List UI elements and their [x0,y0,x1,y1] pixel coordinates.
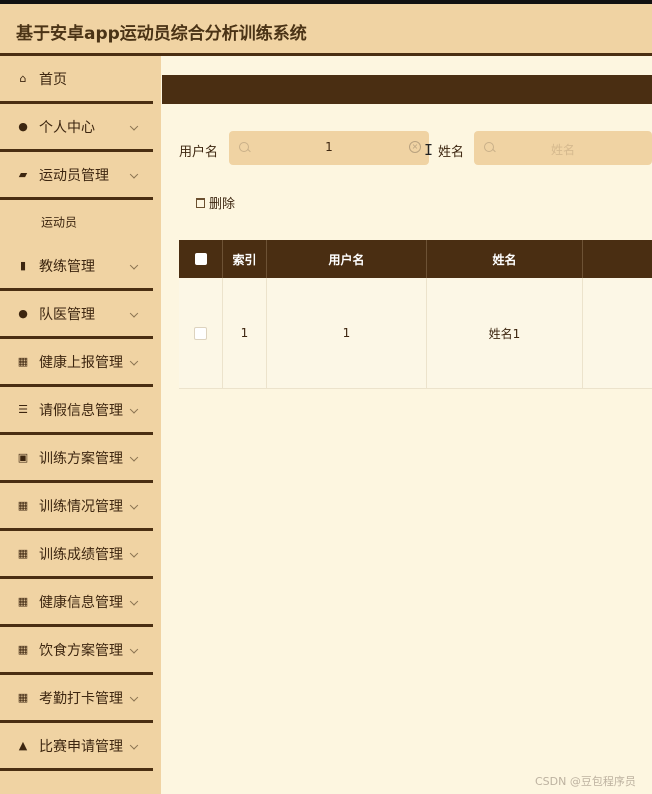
sidebar-item-training-score-management[interactable]: ▦ 训练成绩管理 [0,531,153,579]
name-label: 姓名 [438,145,465,160]
sidebar-subitem-label: 运动员 [41,215,78,229]
chevron-down-icon [129,500,139,510]
clipboard-icon: ▣ [17,451,29,464]
column-header-index[interactable]: 索引 [223,240,267,278]
sidebar-item-team-doctor-management[interactable]: ● 队医管理 [0,291,153,339]
table-row[interactable]: 1 1 姓名1 [179,278,652,389]
home-icon: ⌂ [19,72,27,85]
sidebar-item-label: 运动员管理 [39,167,109,184]
user-icon: ▲ [18,739,28,752]
chevron-down-icon [129,404,139,414]
user-icon: ● [18,120,28,133]
sidebar: ⌂ 首页 ● 个人中心 ▰ 运动员管理 运动员 ▮ 教练管理 ● 队医管理 ▦ … [0,56,161,794]
sidebar-item-label: 健康上报管理 [39,354,123,371]
sidebar-item-health-info-management[interactable]: ▦ 健康信息管理 [0,579,153,627]
sidebar-item-leave-management[interactable]: ☰ 请假信息管理 [0,387,153,435]
sidebar-item-athlete-management[interactable]: ▰ 运动员管理 [0,152,153,200]
grid-icon: ▦ [17,547,29,560]
chevron-down-icon [129,452,139,462]
chevron-down-icon [129,121,139,131]
chevron-down-icon [129,644,139,654]
sidebar-item-training-status-management[interactable]: ▦ 训练情况管理 [0,483,153,531]
cell-name: 姓名1 [427,278,583,388]
column-header-name[interactable]: 姓名 [427,240,583,278]
user-icon: ● [18,307,28,320]
cell-index: 1 [223,278,267,388]
sidebar-item-label: 请假信息管理 [39,402,123,419]
sidebar-item-attendance-management[interactable]: ▦ 考勤打卡管理 [0,675,153,723]
trash-icon [196,197,205,208]
chevron-down-icon [129,356,139,366]
sidebar-item-label: 训练情况管理 [39,498,123,515]
app-title: 基于安卓app运动员综合分析训练系统 [16,24,307,44]
sidebar-subitem-athlete[interactable]: 运动员 [0,200,153,243]
select-all-checkbox[interactable] [194,253,207,265]
row-select-cell[interactable] [179,278,223,388]
sidebar-item-label: 教练管理 [39,258,95,275]
grid-icon: ▦ [17,595,29,608]
chevron-down-icon [129,308,139,318]
text-cursor-icon: I [424,141,434,159]
sidebar-item-home[interactable]: ⌂ 首页 [0,56,153,104]
list-icon: ☰ [18,403,28,416]
name-search-input[interactable]: 姓名 [474,131,652,165]
cell-next [583,278,652,388]
sidebar-item-label: 饮食方案管理 [39,642,123,659]
delete-button-label: 删除 [209,197,236,212]
breadcrumb-bar [162,75,652,104]
username-search-value: 1 [325,140,333,154]
wallet-icon: ▰ [18,168,28,181]
grid-icon: ▦ [17,499,29,512]
sidebar-item-coach-management[interactable]: ▮ 教练管理 [0,243,153,291]
delete-button[interactable]: 删除 [196,193,235,212]
sidebar-item-health-report-management[interactable]: ▦ 健康上报管理 [0,339,153,387]
column-header-next[interactable] [583,240,652,278]
chevron-down-icon [129,260,139,270]
clear-icon[interactable]: × [409,141,421,153]
chevron-down-icon [129,692,139,702]
chevron-down-icon [129,169,139,179]
sidebar-item-training-plan-management[interactable]: ▣ 训练方案管理 [0,435,153,483]
app-header: 基于安卓app运动员综合分析训练系统 [0,4,652,56]
sidebar-item-personal-center[interactable]: ● 个人中心 [0,104,153,152]
sidebar-item-competition-application-management[interactable]: ▲ 比赛申请管理 [0,723,153,771]
sidebar-item-label: 考勤打卡管理 [39,690,123,707]
sidebar-item-label: 队医管理 [39,306,95,323]
column-header-username[interactable]: 用户名 [267,240,427,278]
sidebar-item-label: 比赛申请管理 [39,738,123,755]
chevron-down-icon [129,548,139,558]
username-label: 用户名 [179,145,219,160]
sidebar-item-label: 首页 [39,71,67,88]
cell-username: 1 [267,278,427,388]
apps-icon: ▦ [17,643,29,656]
username-search-input[interactable]: 1 × [229,131,429,165]
watermark: CSDN @豆包程序员 [535,775,636,788]
sidebar-item-label: 个人中心 [39,119,95,136]
sidebar-item-label: 训练方案管理 [39,450,123,467]
grid-icon: ▦ [17,355,29,368]
book-icon: ▮ [19,259,27,272]
select-all-cell[interactable] [179,240,223,278]
sidebar-item-label: 训练成绩管理 [39,546,123,563]
table-header: 索引 用户名 姓名 [179,240,652,278]
sidebar-item-diet-plan-management[interactable]: ▦ 饮食方案管理 [0,627,153,675]
chevron-down-icon [129,596,139,606]
row-checkbox[interactable] [194,326,207,340]
chevron-down-icon [129,740,139,750]
name-search-placeholder: 姓名 [550,143,575,157]
grid-icon: ▦ [17,691,29,704]
sidebar-item-label: 健康信息管理 [39,594,123,611]
